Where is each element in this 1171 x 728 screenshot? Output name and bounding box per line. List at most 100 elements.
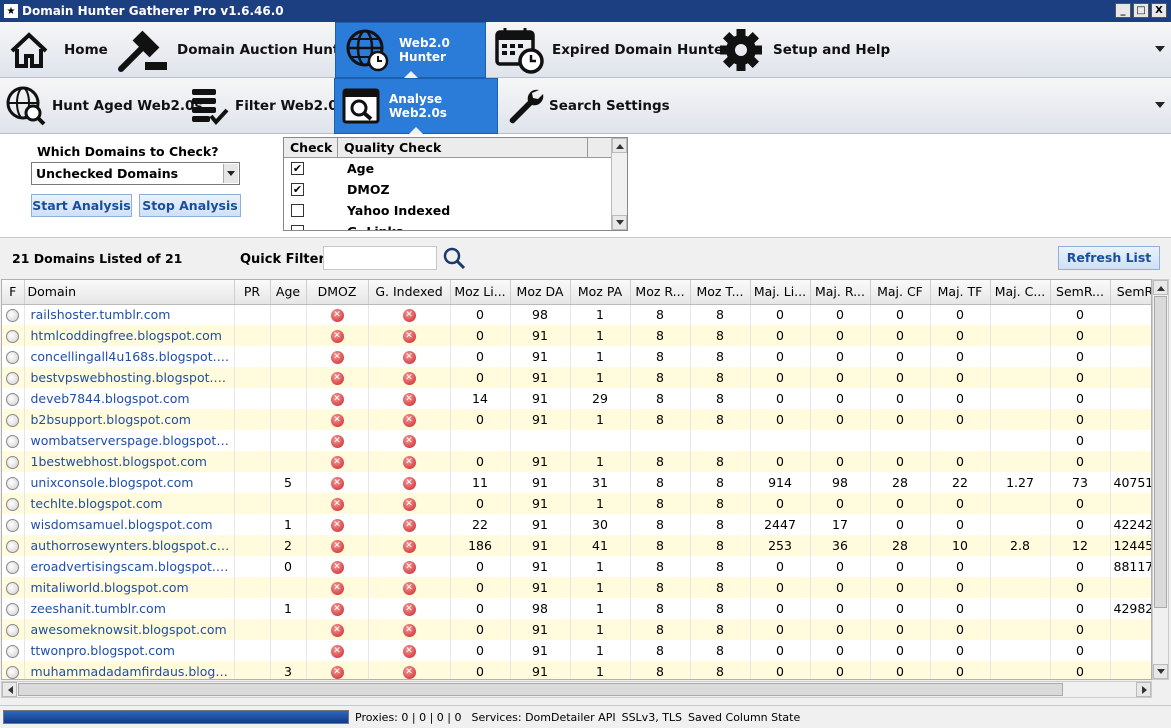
domain-cell[interactable]: eroadvertisingscam.blogspot.com [24, 556, 235, 577]
row-flag-icon[interactable] [6, 582, 20, 595]
row-flag-icon[interactable] [6, 477, 20, 490]
table-row[interactable]: bestvpswebhosting.blogspot.com ✕ ✕ 0 91 1 8 8 0 0… [2, 367, 1151, 388]
nav-main-dropdown-arrow[interactable] [1155, 46, 1165, 57]
nav-sub-dropdown-arrow[interactable] [1155, 102, 1165, 113]
flag-cell[interactable] [2, 430, 25, 451]
quick-filter-input[interactable] [323, 246, 437, 270]
domain-cell[interactable]: authorrosewynters.blogspot.com [24, 535, 235, 556]
close-button[interactable]: X [1151, 3, 1167, 18]
vertical-scroll-thumb[interactable] [1154, 296, 1167, 608]
column-header[interactable]: Maj. Li... [750, 280, 811, 305]
scroll-right-icon[interactable] [1136, 682, 1151, 697]
horizontal-scroll-thumb[interactable] [18, 683, 1063, 696]
domain-cell[interactable]: 1bestwebhost.blogspot.com [24, 451, 235, 472]
quality-check-checkbox[interactable] [291, 225, 304, 230]
row-flag-icon[interactable] [6, 309, 20, 323]
flag-cell[interactable] [2, 619, 25, 640]
domain-cell[interactable]: concellingall4u168s.blogspot.com [24, 346, 235, 367]
row-flag-icon[interactable] [6, 666, 20, 679]
column-header[interactable]: Maj. TF [930, 280, 991, 305]
which-domains-select[interactable]: Unchecked Domains [31, 162, 240, 185]
flag-cell[interactable] [2, 472, 25, 493]
domain-cell[interactable]: htmlcoddingfree.blogspot.com [24, 325, 235, 346]
nav-home[interactable]: Home [8, 22, 108, 78]
stop-analysis-button[interactable]: Stop Analysis [139, 194, 241, 217]
domain-cell[interactable]: mitaliworld.blogspot.com [24, 577, 235, 598]
refresh-list-button[interactable]: Refresh List [1058, 246, 1160, 270]
nav-expired-domain-hunter[interactable]: Expired Domain Hunter [494, 22, 730, 78]
quality-check-row[interactable]: Yahoo Indexed [284, 200, 627, 221]
row-flag-icon[interactable] [6, 540, 20, 553]
table-row[interactable]: deveb7844.blogspot.com ✕ ✕ 14 91 29 8 8 0 0 0 0 0 [2, 388, 1151, 409]
quality-check-column-header[interactable]: Quality Check [338, 138, 588, 157]
row-flag-icon[interactable] [6, 414, 20, 427]
table-row[interactable]: railshoster.tumblr.com ✕ ✕ 0 98 1 8 8 0 0 0 0 0 [2, 304, 1151, 325]
flag-cell[interactable] [2, 640, 25, 661]
flag-cell[interactable] [2, 493, 25, 514]
table-row[interactable]: unixconsole.blogspot.com 5 ✕ ✕ 11 91 31 8 8 914 98… [2, 472, 1151, 493]
table-row[interactable]: awesomeknowsit.blogspot.com ✕ ✕ 0 91 1 8 8 0 0 0 0 0 [2, 619, 1151, 640]
table-horizontal-scrollbar[interactable] [1, 681, 1152, 698]
domain-cell[interactable]: unixconsole.blogspot.com [24, 472, 235, 493]
row-flag-icon[interactable] [6, 498, 20, 511]
quality-check-row[interactable]: ✔ DMOZ [284, 179, 627, 200]
table-row[interactable]: concellingall4u168s.blogspot.com ✕ ✕ 0 91 1 8 8… [2, 346, 1151, 367]
start-analysis-button[interactable]: Start Analysis [31, 194, 132, 217]
column-header[interactable]: Moz PA [570, 280, 631, 305]
table-row[interactable]: muhammadadamfirdaus.blogsp... 3 ✕ ✕ 0 91 1 8 8 0 0… [2, 661, 1151, 679]
check-column-header[interactable]: Check [284, 138, 338, 157]
nav-analyse-web20s[interactable]: Analyse Web2.0s [334, 78, 498, 134]
quick-filter-search-button[interactable] [439, 244, 469, 272]
flag-cell[interactable] [2, 304, 25, 325]
table-row[interactable]: eroadvertisingscam.blogspot.com 0 ✕ ✕ 0 91 1 8 8… [2, 556, 1151, 577]
table-row[interactable]: wisdomsamuel.blogspot.com 1 ✕ ✕ 22 91 30 8 8 2447… [2, 514, 1151, 535]
domain-cell[interactable]: deveb7844.blogspot.com [24, 388, 235, 409]
column-header[interactable]: Moz DA [510, 280, 571, 305]
column-header[interactable]: PR [234, 280, 271, 305]
quality-check-row[interactable]: G. Links [284, 221, 627, 230]
column-header[interactable]: SemR [1110, 280, 1151, 305]
quality-check-row[interactable]: ✔ Age [284, 158, 627, 179]
row-flag-icon[interactable] [6, 456, 20, 469]
table-row[interactable]: zeeshanit.tumblr.com1✕✕09818800000429828 [2, 598, 1151, 619]
column-header[interactable]: Moz T... [690, 280, 751, 305]
minimize-button[interactable]: _ [1115, 3, 1131, 18]
domain-cell[interactable]: wombatserverspage.blogspot.co... [24, 430, 235, 451]
quality-check-checkbox[interactable]: ✔ [291, 183, 304, 196]
flag-cell[interactable] [2, 367, 25, 388]
maximize-button[interactable]: □ [1133, 3, 1149, 18]
nav-search-settings[interactable]: Search Settings [505, 78, 670, 134]
row-flag-icon[interactable] [6, 330, 20, 343]
domain-cell[interactable]: railshoster.tumblr.com [24, 304, 235, 325]
column-header[interactable]: Age [270, 280, 307, 305]
flag-cell[interactable] [2, 598, 25, 619]
nav-hunt-aged-web20s[interactable]: Hunt Aged Web2.0s [6, 78, 202, 134]
flag-cell[interactable] [2, 535, 25, 556]
scroll-down-icon[interactable] [612, 215, 627, 230]
flag-cell[interactable] [2, 514, 25, 535]
nav-domain-auction-hunter[interactable]: Domain Auction Hunter [117, 22, 355, 78]
row-flag-icon[interactable] [6, 519, 20, 532]
domain-cell[interactable]: muhammadadamfirdaus.blogsp... [24, 661, 235, 679]
domain-cell[interactable]: awesomeknowsit.blogspot.com [24, 619, 235, 640]
nav-filter-web20s[interactable]: Filter Web2.0s [189, 78, 346, 134]
domain-cell[interactable]: techlte.blogspot.com [24, 493, 235, 514]
row-flag-icon[interactable] [6, 603, 20, 616]
row-flag-icon[interactable] [6, 435, 20, 448]
quality-check-checkbox[interactable] [291, 204, 304, 217]
scroll-up-icon[interactable] [612, 138, 627, 153]
quality-check-checkbox[interactable]: ✔ [291, 162, 304, 175]
row-flag-icon[interactable] [6, 351, 20, 364]
row-flag-icon[interactable] [6, 645, 20, 658]
table-row[interactable]: 1bestwebhost.blogspot.com ✕ ✕ 0 91 1 8 8 0 0 0 0 0 [2, 451, 1151, 472]
column-header[interactable]: Maj. R... [810, 280, 871, 305]
table-row[interactable]: authorrosewynters.blogspot.com 2 ✕ ✕ 186 91 41… [2, 535, 1151, 556]
flag-cell[interactable] [2, 325, 25, 346]
column-header[interactable]: G. Indexed [368, 280, 451, 305]
column-header[interactable]: Moz Li... [450, 280, 511, 305]
table-vertical-scrollbar[interactable] [1152, 279, 1169, 680]
domain-cell[interactable]: bestvpswebhosting.blogspot.com [24, 367, 235, 388]
scroll-left-icon[interactable] [2, 682, 17, 697]
column-header[interactable]: F [2, 280, 25, 305]
table-row[interactable]: wombatserverspage.blogspot.co... ✕ ✕ 0 [2, 430, 1151, 451]
